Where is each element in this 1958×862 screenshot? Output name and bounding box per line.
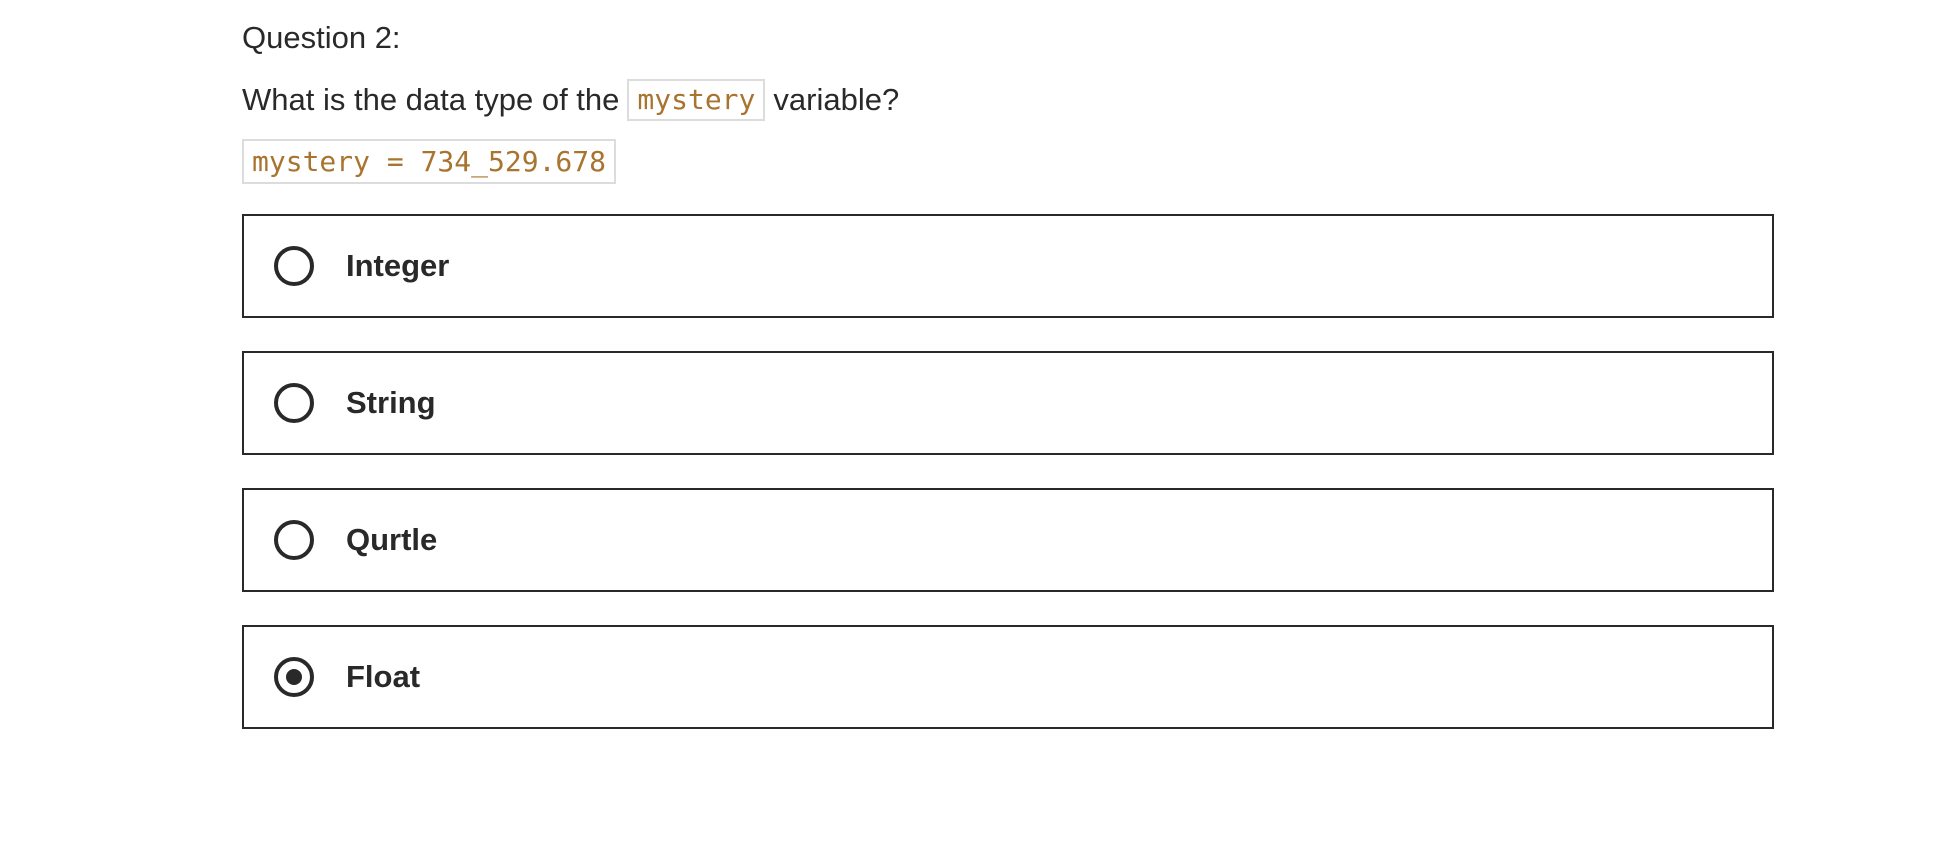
radio-button-integer[interactable] bbox=[274, 246, 314, 286]
code-snippet: mystery = 734_529.678 bbox=[242, 139, 617, 184]
question-prompt-after: variable? bbox=[773, 82, 900, 117]
answer-option-float[interactable]: Float bbox=[242, 625, 1774, 729]
question-prompt: What is the data type of the mystery var… bbox=[242, 77, 899, 123]
option-label: String bbox=[346, 385, 436, 420]
radio-button-qurtle[interactable] bbox=[274, 520, 314, 560]
answer-option-integer[interactable]: Integer bbox=[242, 214, 1774, 318]
question-prompt-before: What is the data type of the bbox=[242, 82, 620, 117]
radio-button-float[interactable] bbox=[274, 657, 314, 697]
option-label: Float bbox=[346, 659, 421, 694]
radio-selected-dot bbox=[286, 669, 302, 685]
option-label: Qurtle bbox=[346, 522, 438, 557]
question-number: Question 2: bbox=[242, 20, 401, 55]
radio-button-string[interactable] bbox=[274, 383, 314, 423]
answer-option-qurtle[interactable]: Qurtle bbox=[242, 488, 1774, 592]
inline-code-variable: mystery bbox=[627, 79, 766, 121]
option-label: Integer bbox=[346, 248, 450, 283]
answer-option-string[interactable]: String bbox=[242, 351, 1774, 455]
